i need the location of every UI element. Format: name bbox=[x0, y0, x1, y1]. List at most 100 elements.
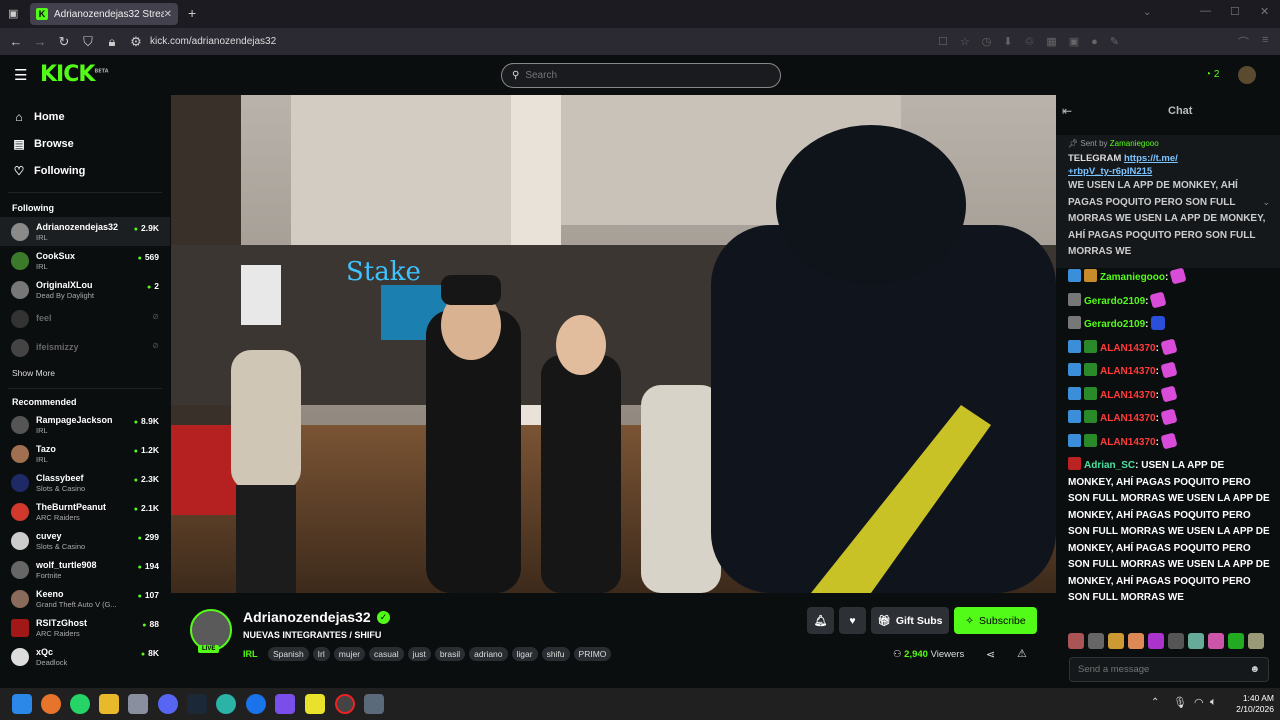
toolbar-icons[interactable]: ☐☆◷⬇♲▦▣●✎ bbox=[938, 35, 1131, 48]
notification-bell-button[interactable]: 🔔︎ bbox=[807, 607, 834, 634]
windows-start-icon[interactable] bbox=[12, 694, 32, 714]
tag[interactable]: just bbox=[407, 647, 431, 661]
recommended-channel[interactable]: xQcDeadlock 8K bbox=[0, 642, 170, 671]
tag[interactable]: ligar bbox=[511, 647, 538, 661]
channel-name[interactable]: Adrianozendejas32 bbox=[243, 609, 371, 625]
menu-icon[interactable]: ≡ bbox=[1262, 34, 1268, 46]
chat-username[interactable]: Gerardo2109 bbox=[1084, 319, 1145, 330]
chat-username[interactable]: ALAN14370 bbox=[1100, 413, 1156, 424]
recommended-channel[interactable]: cuveySlots & Casino 299 bbox=[0, 526, 170, 555]
steam-icon[interactable] bbox=[187, 694, 207, 714]
clock[interactable]: 1:40 AM 2/10/2026 bbox=[1226, 693, 1274, 715]
browser-app-icon[interactable] bbox=[246, 694, 266, 714]
recommended-channel[interactable]: RSITzGhostARC Raiders 88 bbox=[0, 613, 170, 642]
recommended-channel[interactable]: ClassybeefSlots & Casino 2.3K bbox=[0, 468, 170, 497]
following-channel[interactable]: Adrianozendejas32IRL 2.9K bbox=[0, 217, 170, 246]
chat-username[interactable]: ALAN14370 bbox=[1100, 390, 1156, 401]
recommended-channel[interactable]: TheBurntPeanutARC Raiders 2.1K bbox=[0, 497, 170, 526]
chat-username[interactable]: ALAN14370 bbox=[1100, 343, 1156, 354]
gamepad-icon[interactable] bbox=[275, 694, 295, 714]
tag[interactable]: PRIMO bbox=[573, 647, 612, 661]
chat-username[interactable]: ALAN14370 bbox=[1100, 366, 1156, 377]
notes-icon[interactable] bbox=[305, 694, 325, 714]
telegram-link[interactable]: https://t.me/ bbox=[1124, 153, 1178, 164]
emote-icon[interactable] bbox=[1168, 633, 1184, 649]
new-tab-icon[interactable]: + bbox=[188, 5, 196, 21]
subscribe-button[interactable]: ✧ Subscribe bbox=[954, 607, 1037, 634]
kick-logo[interactable]: KICKBETA bbox=[40, 62, 109, 87]
whatsapp-icon[interactable] bbox=[70, 694, 90, 714]
browser-tab[interactable]: K Adrianozendejas32 Stream ✕ bbox=[30, 3, 178, 25]
chat-input-box[interactable]: ☻ bbox=[1069, 657, 1269, 682]
forward-icon[interactable]: → bbox=[28, 34, 52, 49]
microphone-icon[interactable]: 🎙︎ bbox=[1173, 696, 1187, 709]
share-icon[interactable]: ⋖ bbox=[986, 648, 995, 661]
emote-icon[interactable] bbox=[1088, 633, 1104, 649]
chevron-down-icon[interactable]: ⌄ bbox=[1262, 197, 1270, 208]
emote-icon[interactable] bbox=[1108, 633, 1124, 649]
recommended-channel[interactable]: RampageJacksonIRL 8.9K bbox=[0, 410, 170, 439]
close-window-icon[interactable]: ✕ bbox=[1260, 5, 1269, 18]
recommended-channel[interactable]: wolf_turtle908Fortnite 194 bbox=[0, 555, 170, 584]
tag[interactable]: brasil bbox=[434, 647, 466, 661]
chat-username[interactable]: Zamaniegooo bbox=[1100, 272, 1165, 283]
tag[interactable]: casual bbox=[369, 647, 404, 661]
video-player[interactable]: Stake bbox=[171, 95, 1056, 593]
follow-button[interactable]: ♥ bbox=[839, 607, 866, 634]
notification-count[interactable]: ◔ 2 bbox=[1205, 69, 1219, 80]
permissions-icon[interactable]: ⚙︎ bbox=[124, 34, 148, 50]
emote-icon[interactable] bbox=[1068, 633, 1084, 649]
emote-icon[interactable] bbox=[1248, 633, 1264, 649]
gift-subs-button[interactable]: 🎁︎ Gift Subs bbox=[871, 607, 949, 634]
file-explorer-icon[interactable] bbox=[99, 694, 119, 714]
tag[interactable]: shifu bbox=[541, 647, 570, 661]
discord-icon[interactable] bbox=[158, 694, 178, 714]
emote-icon[interactable] bbox=[1148, 633, 1164, 649]
url-text[interactable]: kick.com/adrianozendejas32 bbox=[150, 36, 276, 47]
recommended-channel[interactable]: TazoIRL 1.2K bbox=[0, 439, 170, 468]
tag[interactable]: adriano bbox=[469, 647, 508, 661]
maximize-icon[interactable]: ☐ bbox=[1230, 5, 1240, 18]
window-app-icon[interactable] bbox=[364, 694, 384, 714]
volume-icon[interactable]: 🔈︎ bbox=[1210, 696, 1217, 709]
show-more-link[interactable]: Show More bbox=[0, 368, 170, 378]
emoji-icon[interactable]: ☻ bbox=[1249, 664, 1260, 675]
recording-app-icon[interactable] bbox=[335, 694, 355, 714]
emote-icon[interactable] bbox=[1128, 633, 1144, 649]
back-icon[interactable]: ← bbox=[4, 34, 28, 49]
emote-icon[interactable] bbox=[1228, 633, 1244, 649]
search-input[interactable] bbox=[525, 70, 746, 81]
user-avatar[interactable] bbox=[1238, 66, 1256, 84]
emote-icon[interactable] bbox=[1208, 633, 1224, 649]
chat-username[interactable]: ALAN14370 bbox=[1100, 437, 1156, 448]
following-channel[interactable]: CookSuxIRL 569 bbox=[0, 246, 170, 275]
category-link[interactable]: IRL bbox=[243, 649, 258, 659]
following-channel[interactable]: ifeismizzy ⊘ bbox=[0, 333, 170, 362]
chat-username[interactable]: Adrian_SC bbox=[1084, 460, 1135, 471]
chevron-down-icon[interactable]: ⌄ bbox=[1143, 7, 1151, 18]
edge-icon[interactable] bbox=[216, 694, 236, 714]
following-channel[interactable]: feel ⊘ bbox=[0, 304, 170, 333]
chat-username[interactable]: Gerardo2109 bbox=[1084, 296, 1145, 307]
nav-following[interactable]: ♡ Following bbox=[0, 157, 170, 184]
nav-home[interactable]: ⌂ Home bbox=[0, 103, 170, 130]
following-channel[interactable]: OriginalXLouDead By Daylight 2 bbox=[0, 275, 170, 304]
minimize-icon[interactable]: — bbox=[1200, 5, 1211, 17]
reload-icon[interactable]: ↻ bbox=[52, 34, 76, 50]
search-bar[interactable]: ⚲ bbox=[501, 63, 781, 88]
collapse-chat-icon[interactable]: ⇤ bbox=[1062, 104, 1072, 118]
tag[interactable]: Irl bbox=[312, 647, 330, 661]
close-tab-icon[interactable]: ✕ bbox=[164, 9, 172, 20]
report-icon[interactable]: ⚠ bbox=[1017, 647, 1027, 660]
extensions-icon[interactable]: ⌒ bbox=[1238, 34, 1249, 50]
tray-chevron-icon[interactable]: ⌃ bbox=[1151, 697, 1159, 708]
hamburger-icon[interactable]: ☰ bbox=[14, 66, 27, 84]
calculator-icon[interactable] bbox=[128, 694, 148, 714]
recommended-channel[interactable]: KeenoGrand Theft Auto V (G... 107 bbox=[0, 584, 170, 613]
chat-input[interactable] bbox=[1078, 664, 1250, 675]
shield-icon[interactable]: ⛉ bbox=[76, 34, 100, 50]
tag[interactable]: Spanish bbox=[267, 647, 309, 661]
lock-icon[interactable]: 🔒︎ bbox=[100, 34, 124, 50]
nav-browse[interactable]: ▤ Browse bbox=[0, 130, 170, 157]
telegram-link-cont[interactable]: +rbpV_ty-r6pIN215 bbox=[1068, 166, 1152, 177]
